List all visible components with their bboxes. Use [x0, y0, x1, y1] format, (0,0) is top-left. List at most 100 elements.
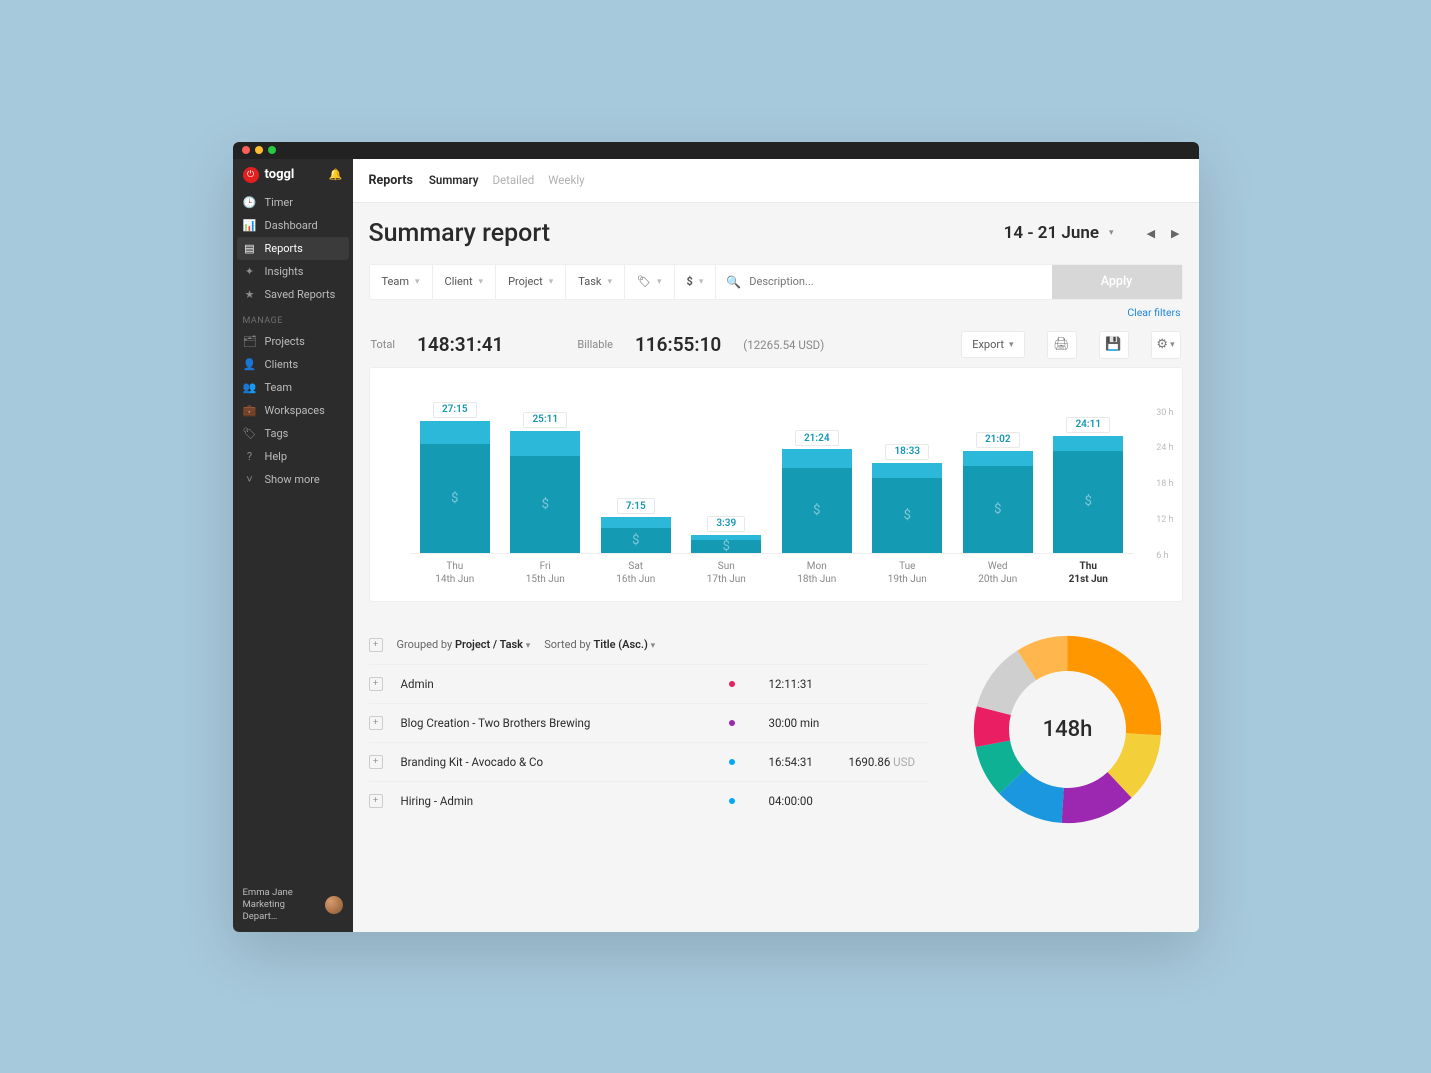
window-titlebar — [233, 142, 1199, 159]
bar-15th-Jun[interactable]: 25:11$ — [500, 431, 591, 553]
sidebar-item-help[interactable]: ?Help — [233, 445, 353, 468]
bar-17th-Jun[interactable]: 3:39$ — [681, 535, 772, 553]
filter-project[interactable]: Project▾ — [496, 265, 566, 299]
x-tick: Fri15th Jun — [500, 554, 591, 593]
clear-filters-link[interactable]: Clear filters — [369, 300, 1183, 319]
list-item[interactable]: +Hiring - Admin04:00:00 — [369, 781, 929, 820]
filter-team[interactable]: Team▾ — [370, 265, 433, 299]
sidebar-item-timer[interactable]: 🕒Timer — [233, 191, 353, 214]
sidebar-item-show-more[interactable]: ˅Show more — [233, 468, 353, 491]
sidebar-item-reports[interactable]: ▤Reports — [237, 237, 349, 260]
save-button[interactable]: 💾 — [1099, 331, 1129, 359]
bar-16th-Jun[interactable]: 7:15$ — [591, 517, 682, 552]
list-item[interactable]: +Branding Kit - Avocado & Co16:54:311690… — [369, 742, 929, 781]
sidebar-item-workspaces[interactable]: 💼Workspaces — [233, 399, 353, 422]
tab-detailed[interactable]: Detailed — [492, 173, 534, 187]
bar-chart: 30 h24 h18 h12 h6 h 27:15$25:11$7:15$3:3… — [369, 367, 1183, 602]
next-period-button[interactable]: ▶ — [1168, 227, 1182, 240]
filter-description[interactable]: 🔍 — [716, 265, 1051, 299]
row-name: Admin — [401, 677, 719, 691]
x-axis: Thu14th JunFri15th JunSat16th JunSun17th… — [410, 553, 1134, 593]
sidebar-item-dashboard[interactable]: 📊Dashboard — [233, 214, 353, 237]
bar-14th-Jun[interactable]: 27:15$ — [410, 421, 501, 553]
sidebar-item-label: Saved Reports — [265, 288, 336, 301]
expand-row-button[interactable]: + — [369, 755, 383, 769]
x-tick: Wed20th Jun — [953, 554, 1044, 593]
brand-logo-icon: ⏻ — [243, 167, 259, 183]
maximize-window-icon[interactable] — [268, 146, 276, 154]
brand: ⏻ toggl 🔔 — [233, 159, 353, 191]
project-color-dot — [729, 798, 735, 804]
chevron-down-icon: ▾ — [1109, 228, 1114, 238]
row-amount: 1690.86 USD — [849, 755, 929, 769]
expand-row-button[interactable]: + — [369, 677, 383, 691]
chevron-down-icon: ▾ — [549, 277, 554, 287]
dollar-icon: $ — [687, 275, 693, 288]
filter-task[interactable]: Task▾ — [566, 265, 625, 299]
expand-all-button[interactable]: + — [369, 638, 383, 652]
donut-center-label: 148h — [970, 632, 1165, 827]
bar-21st-Jun[interactable]: 24:11$ — [1043, 436, 1134, 553]
export-button[interactable]: Export▾ — [961, 331, 1024, 358]
sidebar: ⏻ toggl 🔔 🕒Timer📊Dashboard▤Reports ✦ Insig… — [233, 159, 353, 932]
apply-button[interactable]: Apply — [1052, 265, 1182, 299]
close-window-icon[interactable] — [242, 146, 250, 154]
dollar-icon: $ — [632, 533, 639, 548]
minimize-window-icon[interactable] — [255, 146, 263, 154]
print-icon: 🖨 — [1053, 337, 1070, 352]
bar-label: 7:15 — [617, 498, 655, 514]
bar-20th-Jun[interactable]: 21:02$ — [953, 451, 1044, 553]
sidebar-item-label: Clients — [265, 358, 299, 371]
user-block[interactable]: Emma Jane Marketing Depart… — [233, 878, 353, 932]
document-icon: ▤ — [243, 242, 257, 255]
sidebar-item-insights[interactable]: ✦ Insights — [233, 260, 353, 283]
expand-row-button[interactable]: + — [369, 794, 383, 808]
dollar-icon: $ — [542, 497, 549, 512]
sidebar-item-projects[interactable]: 🗂Projects — [233, 330, 353, 353]
list-item[interactable]: + Admin 12:11:31 — [369, 664, 929, 703]
grouped-by[interactable]: Grouped by Project / Task ▾ — [397, 638, 531, 651]
sidebar-item-label: Timer — [265, 196, 293, 209]
bar-19th-Jun[interactable]: 18:33$ — [862, 463, 953, 553]
tag-icon: 🏷 — [243, 427, 257, 440]
chevron-down-icon: ▾ — [479, 277, 484, 287]
row-duration: 12:11:31 — [769, 677, 839, 691]
notifications-icon[interactable]: 🔔 — [329, 168, 343, 181]
sidebar-item-clients[interactable]: 👤Clients — [233, 353, 353, 376]
expand-row-button[interactable]: + — [369, 716, 383, 730]
dollar-icon: $ — [994, 502, 1001, 517]
sidebar-item-label: Help — [265, 450, 288, 463]
x-tick: Thu21st Jun — [1043, 554, 1134, 593]
print-button[interactable]: 🖨 — [1047, 331, 1077, 359]
settings-button[interactable]: ⚙▾ — [1151, 331, 1181, 359]
list-item[interactable]: +Blog Creation - Two Brothers Brewing30:… — [369, 703, 929, 742]
bar-18th-Jun[interactable]: 21:24$ — [772, 449, 863, 552]
row-duration: 04:00:00 — [769, 794, 839, 808]
date-range-control[interactable]: 14 - 21 June ▾ ◀ ▶ — [1004, 223, 1183, 243]
sorted-by[interactable]: Sorted by Title (Asc.) ▾ — [544, 638, 655, 651]
sidebar-item-team[interactable]: 👥 Team — [233, 376, 353, 399]
filter-billable[interactable]: $▾ — [675, 265, 717, 299]
description-input[interactable] — [749, 275, 1041, 288]
team-icon: 👥 — [243, 381, 257, 394]
sidebar-item-saved-reports[interactable]: ★Saved Reports — [233, 283, 353, 306]
totals-row: Total 148:31:41 Billable 116:55:10 (1226… — [369, 319, 1183, 367]
bar-label: 18:33 — [885, 444, 929, 460]
filter-tags[interactable]: 🏷▾ — [625, 265, 675, 299]
tab-summary[interactable]: Summary — [429, 173, 479, 187]
folder-icon: 🗂 — [243, 335, 257, 348]
prev-period-button[interactable]: ◀ — [1144, 227, 1158, 240]
sparkle-icon: ✦ — [243, 265, 257, 278]
dollar-icon: $ — [904, 508, 911, 523]
sidebar-item-label: Tags — [265, 427, 289, 440]
sidebar-item-label: Dashboard — [265, 219, 318, 232]
x-tick: Mon18th Jun — [772, 554, 863, 593]
sidebar-item-label: Team — [265, 381, 293, 394]
sidebar-item-tags[interactable]: 🏷 Tags — [233, 422, 353, 445]
search-icon: 🔍 — [726, 275, 741, 289]
filter-client[interactable]: Client▾ — [433, 265, 497, 299]
dollar-icon: $ — [723, 539, 730, 554]
user-workspace: Marketing Depart… — [243, 899, 319, 923]
tab-weekly[interactable]: Weekly — [548, 173, 584, 187]
sidebar-item-label: Insights — [265, 265, 304, 278]
